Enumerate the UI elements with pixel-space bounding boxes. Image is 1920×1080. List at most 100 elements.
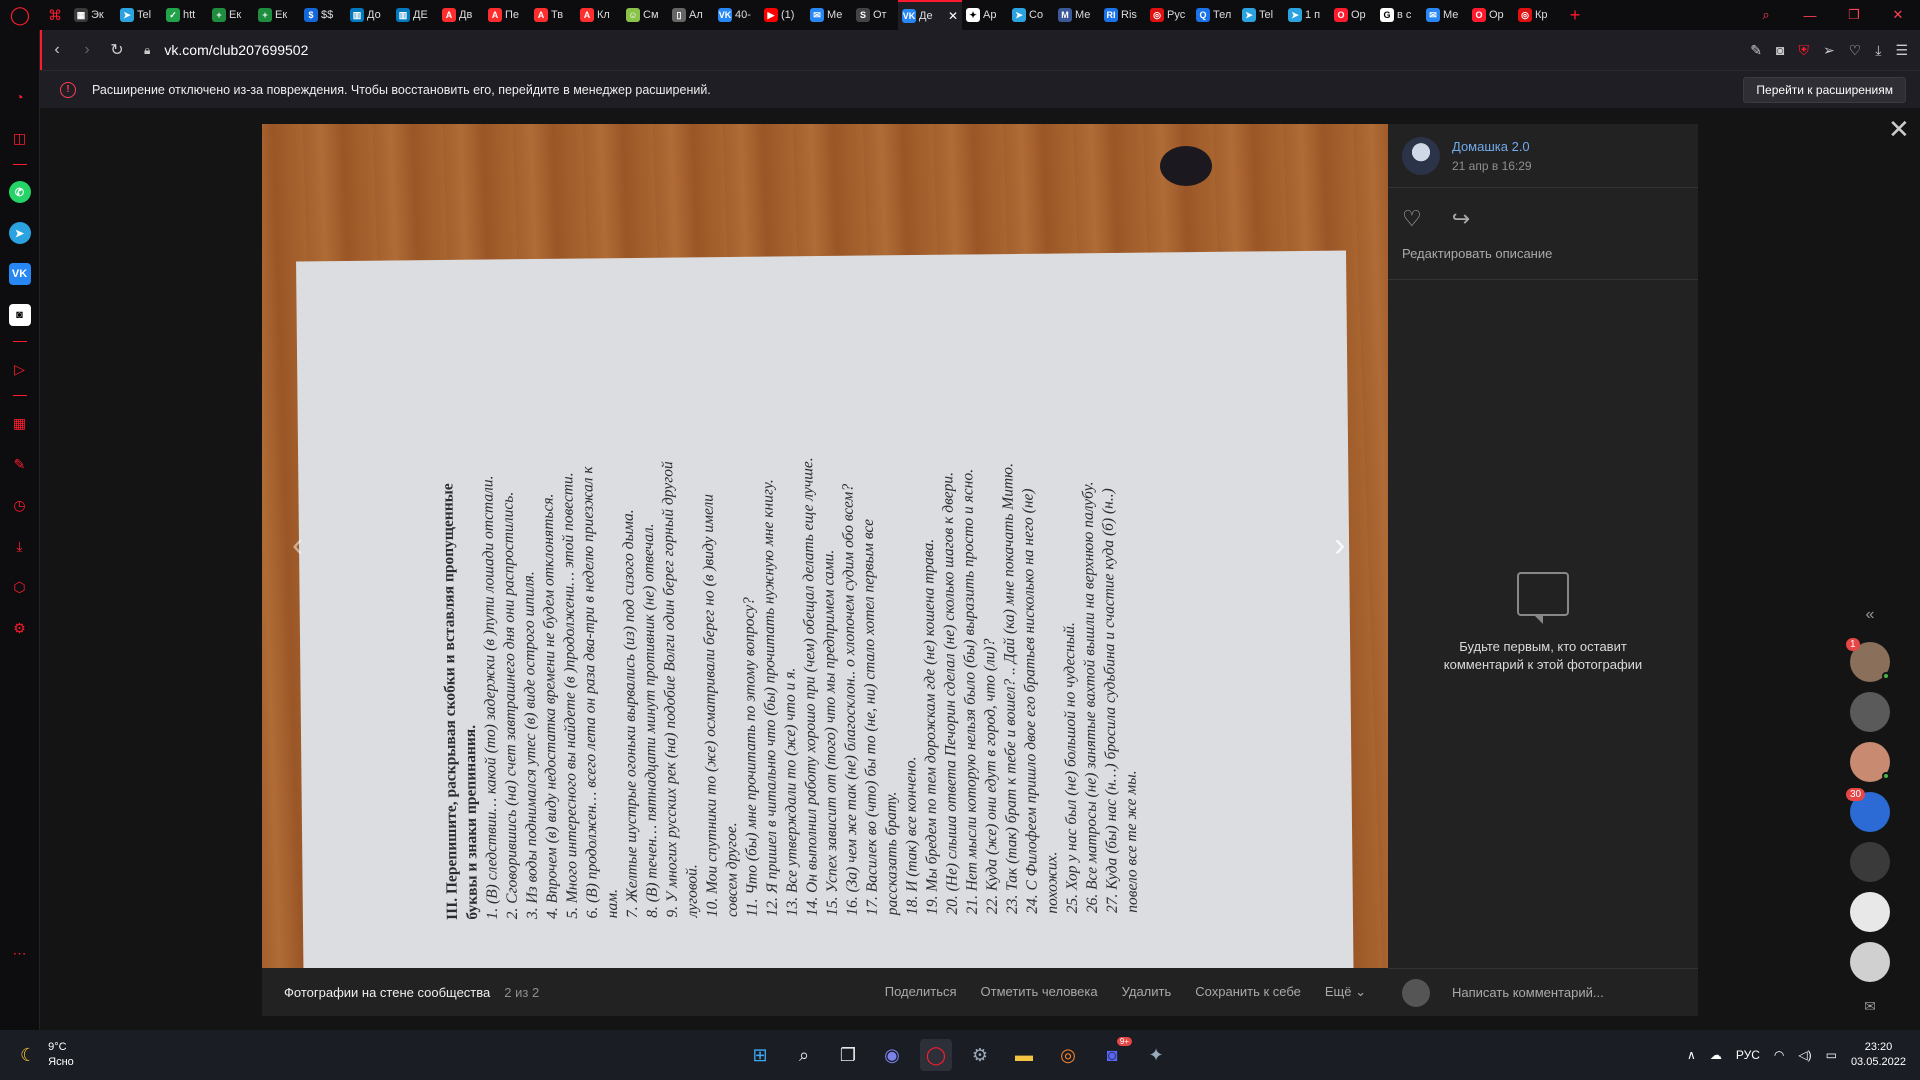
tab[interactable]: RI Ris — [1100, 0, 1146, 30]
tab[interactable]: A Дв — [438, 0, 484, 30]
tab[interactable]: ▥ До — [346, 0, 392, 30]
edit-description-link[interactable]: Редактировать описание — [1388, 232, 1698, 280]
chat-avatar[interactable] — [1850, 942, 1890, 982]
chat-avatar[interactable] — [1850, 692, 1890, 732]
battery-icon[interactable]: ▭ — [1826, 1048, 1837, 1062]
vk-icon[interactable]: VK — [8, 263, 31, 285]
workspaces-icon[interactable]: ▦ — [9, 412, 31, 434]
downloads-icon[interactable]: ⤓ — [9, 535, 31, 557]
tab-active[interactable]: VK Де ✕ — [898, 0, 962, 30]
steam-icon[interactable]: ⚙ — [964, 1039, 996, 1071]
chat-avatar[interactable] — [1850, 742, 1890, 782]
file-explorer-icon[interactable]: ▬ — [1008, 1039, 1040, 1071]
tray-overflow-icon[interactable]: ∧ — [1687, 1048, 1696, 1062]
volume-icon[interactable]: ◁) — [1798, 1048, 1811, 1062]
tab[interactable]: A Пе — [484, 0, 530, 30]
tab[interactable]: Gв с — [1376, 0, 1422, 30]
tag-person-button[interactable]: Отметить человека — [981, 984, 1098, 1000]
new-tab-button[interactable]: + — [1560, 0, 1590, 30]
photo[interactable]: III. Перепишите, раскрывая скобки и вста… — [262, 124, 1388, 968]
tab[interactable]: ✉ Ме — [1422, 0, 1468, 30]
tab[interactable]: ➤ Tel — [1238, 0, 1284, 30]
minimize-button[interactable]: — — [1788, 0, 1832, 30]
tab[interactable]: + Ек — [254, 0, 300, 30]
player-icon[interactable]: ▷ — [9, 358, 31, 380]
forward-button[interactable]: › — [72, 41, 102, 59]
close-viewer-icon[interactable]: ✕ — [1888, 116, 1910, 142]
close-window-button[interactable]: ✕ — [1876, 0, 1920, 30]
album-label[interactable]: Фотографии на стене сообщества — [284, 985, 490, 1000]
search-tabs-icon[interactable]: ⌕ — [1744, 0, 1788, 30]
comment-input[interactable]: Написать комментарий... — [1452, 985, 1604, 1000]
discord-icon[interactable]: ◙ — [8, 304, 31, 326]
messages-icon[interactable]: ✉ — [1864, 998, 1876, 1015]
close-tab-icon[interactable]: ✕ — [948, 9, 958, 23]
tab[interactable]: $ $$ — [300, 0, 346, 30]
wifi-icon[interactable]: ◠ — [1774, 1048, 1784, 1062]
chat-avatar[interactable] — [1850, 842, 1890, 882]
telegram-icon[interactable]: ➤ — [8, 222, 31, 244]
chat-avatar[interactable]: 1 — [1846, 638, 1890, 682]
search-icon[interactable]: ⌕ — [788, 1039, 820, 1071]
tab[interactable]: ▯ Ал — [668, 0, 714, 30]
tab[interactable]: O Ор — [1468, 0, 1514, 30]
tab[interactable]: ➤ Со — [1008, 0, 1054, 30]
snapshot-edit-icon[interactable]: ✎ — [1750, 42, 1762, 59]
tab[interactable]: O Ор — [1330, 0, 1376, 30]
tab[interactable]: ➤ Tel — [116, 0, 162, 30]
gaming-icon[interactable]: ⌘ — [40, 0, 70, 30]
settings-icon[interactable]: ⚙ — [9, 617, 31, 639]
tab[interactable]: + Ек — [208, 0, 254, 30]
more-button[interactable]: Ещё ⌄ — [1325, 984, 1366, 1000]
tab[interactable]: ▶ (1) — [760, 0, 806, 30]
opera-icon[interactable]: ◯ — [920, 1039, 952, 1071]
heart-icon[interactable]: ♡ — [1849, 42, 1862, 59]
tab[interactable]: ◎ Рус — [1146, 0, 1192, 30]
adblock-shield-icon[interactable]: ⛨ — [1798, 42, 1809, 59]
lock-icon[interactable]: 🔒︎ — [144, 43, 150, 58]
download-icon[interactable]: ⤓ — [1875, 42, 1881, 59]
start-icon[interactable]: ⊞ — [744, 1039, 776, 1071]
maximize-button[interactable]: ❐ — [1832, 0, 1876, 30]
community-avatar[interactable] — [1402, 136, 1440, 175]
more-icon[interactable]: ⋯ — [9, 942, 31, 964]
discord-taskbar-icon[interactable]: ◙ 9+ — [1096, 1037, 1132, 1071]
send-icon[interactable]: ➢ — [1823, 42, 1835, 59]
share-button[interactable]: Поделиться — [885, 984, 957, 1000]
teams-chat-icon[interactable]: ◉ — [876, 1039, 908, 1071]
chat-avatar[interactable]: 30 — [1846, 788, 1890, 832]
go-to-extensions-button[interactable]: Перейти к расширениям — [1743, 76, 1906, 103]
community-name[interactable]: Домашка 2.0 — [1452, 139, 1532, 154]
tab[interactable]: Q Тел — [1192, 0, 1238, 30]
task-view-icon[interactable]: ❐ — [832, 1039, 864, 1071]
speed-dial-icon[interactable]: ◔ — [9, 86, 31, 108]
url-field[interactable]: vk.com/club207699502 — [164, 42, 308, 58]
collapse-chats-icon[interactable]: « — [1866, 606, 1875, 624]
history-icon[interactable]: ◷ — [9, 494, 31, 516]
like-icon[interactable]: ♡ — [1402, 206, 1422, 232]
extensions-icon[interactable]: ⬡ — [9, 576, 31, 598]
onedrive-icon[interactable]: ☁ — [1710, 1048, 1722, 1062]
whatsapp-icon[interactable]: ✆ — [8, 181, 31, 203]
tab[interactable]: VK 40- — [714, 0, 760, 30]
camera-icon[interactable]: ◙ — [1776, 42, 1784, 59]
tab[interactable]: ▦ Эк — [70, 0, 116, 30]
chat-avatar[interactable] — [1850, 892, 1890, 932]
tab[interactable]: S От — [852, 0, 898, 30]
weather-widget[interactable]: ☾ 9°C Ясно — [20, 1040, 74, 1070]
tab[interactable]: A Тв — [530, 0, 576, 30]
tab[interactable]: ▥ ДЕ — [392, 0, 438, 30]
tab[interactable]: ✉ Ме — [806, 0, 852, 30]
blender-icon[interactable]: ◎ — [1052, 1039, 1084, 1071]
save-button[interactable]: Сохранить к себе — [1195, 984, 1301, 1000]
shopping-icon[interactable]: ◫ — [9, 127, 31, 149]
share-icon[interactable]: ↪ — [1452, 206, 1470, 232]
tab[interactable]: ☺ См — [622, 0, 668, 30]
steam-tray-icon[interactable]: ✦ — [1140, 1039, 1172, 1071]
clock[interactable]: 23:20 03.05.2022 — [1851, 1040, 1906, 1070]
tab[interactable]: ◎ Кр — [1514, 0, 1560, 30]
delete-button[interactable]: Удалить — [1122, 984, 1172, 1000]
back-button[interactable]: ‹ — [42, 41, 72, 59]
easy-setup-icon[interactable]: ☰ — [1895, 42, 1908, 59]
reload-button[interactable]: ↻ — [102, 40, 132, 60]
